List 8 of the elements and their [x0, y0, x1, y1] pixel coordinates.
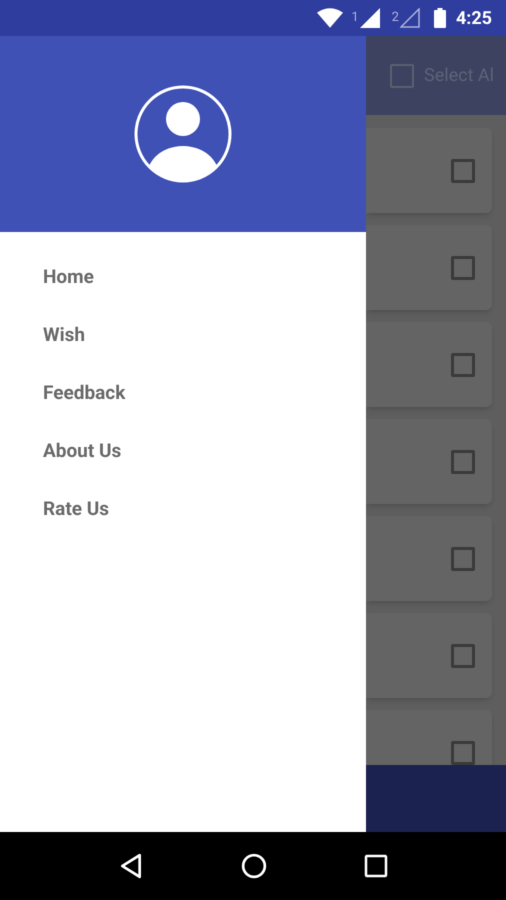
menu-item[interactable]: About Us: [43, 438, 122, 464]
sim-label: 2: [392, 9, 399, 28]
menu-item[interactable]: Home: [43, 264, 94, 290]
menu-item[interactable]: Rate Us: [43, 496, 110, 522]
clock: 4:25: [456, 6, 492, 30]
menu-item[interactable]: Wish: [43, 322, 86, 348]
sim-label: 1: [351, 9, 359, 28]
menu-item[interactable]: Feedback: [43, 380, 126, 406]
